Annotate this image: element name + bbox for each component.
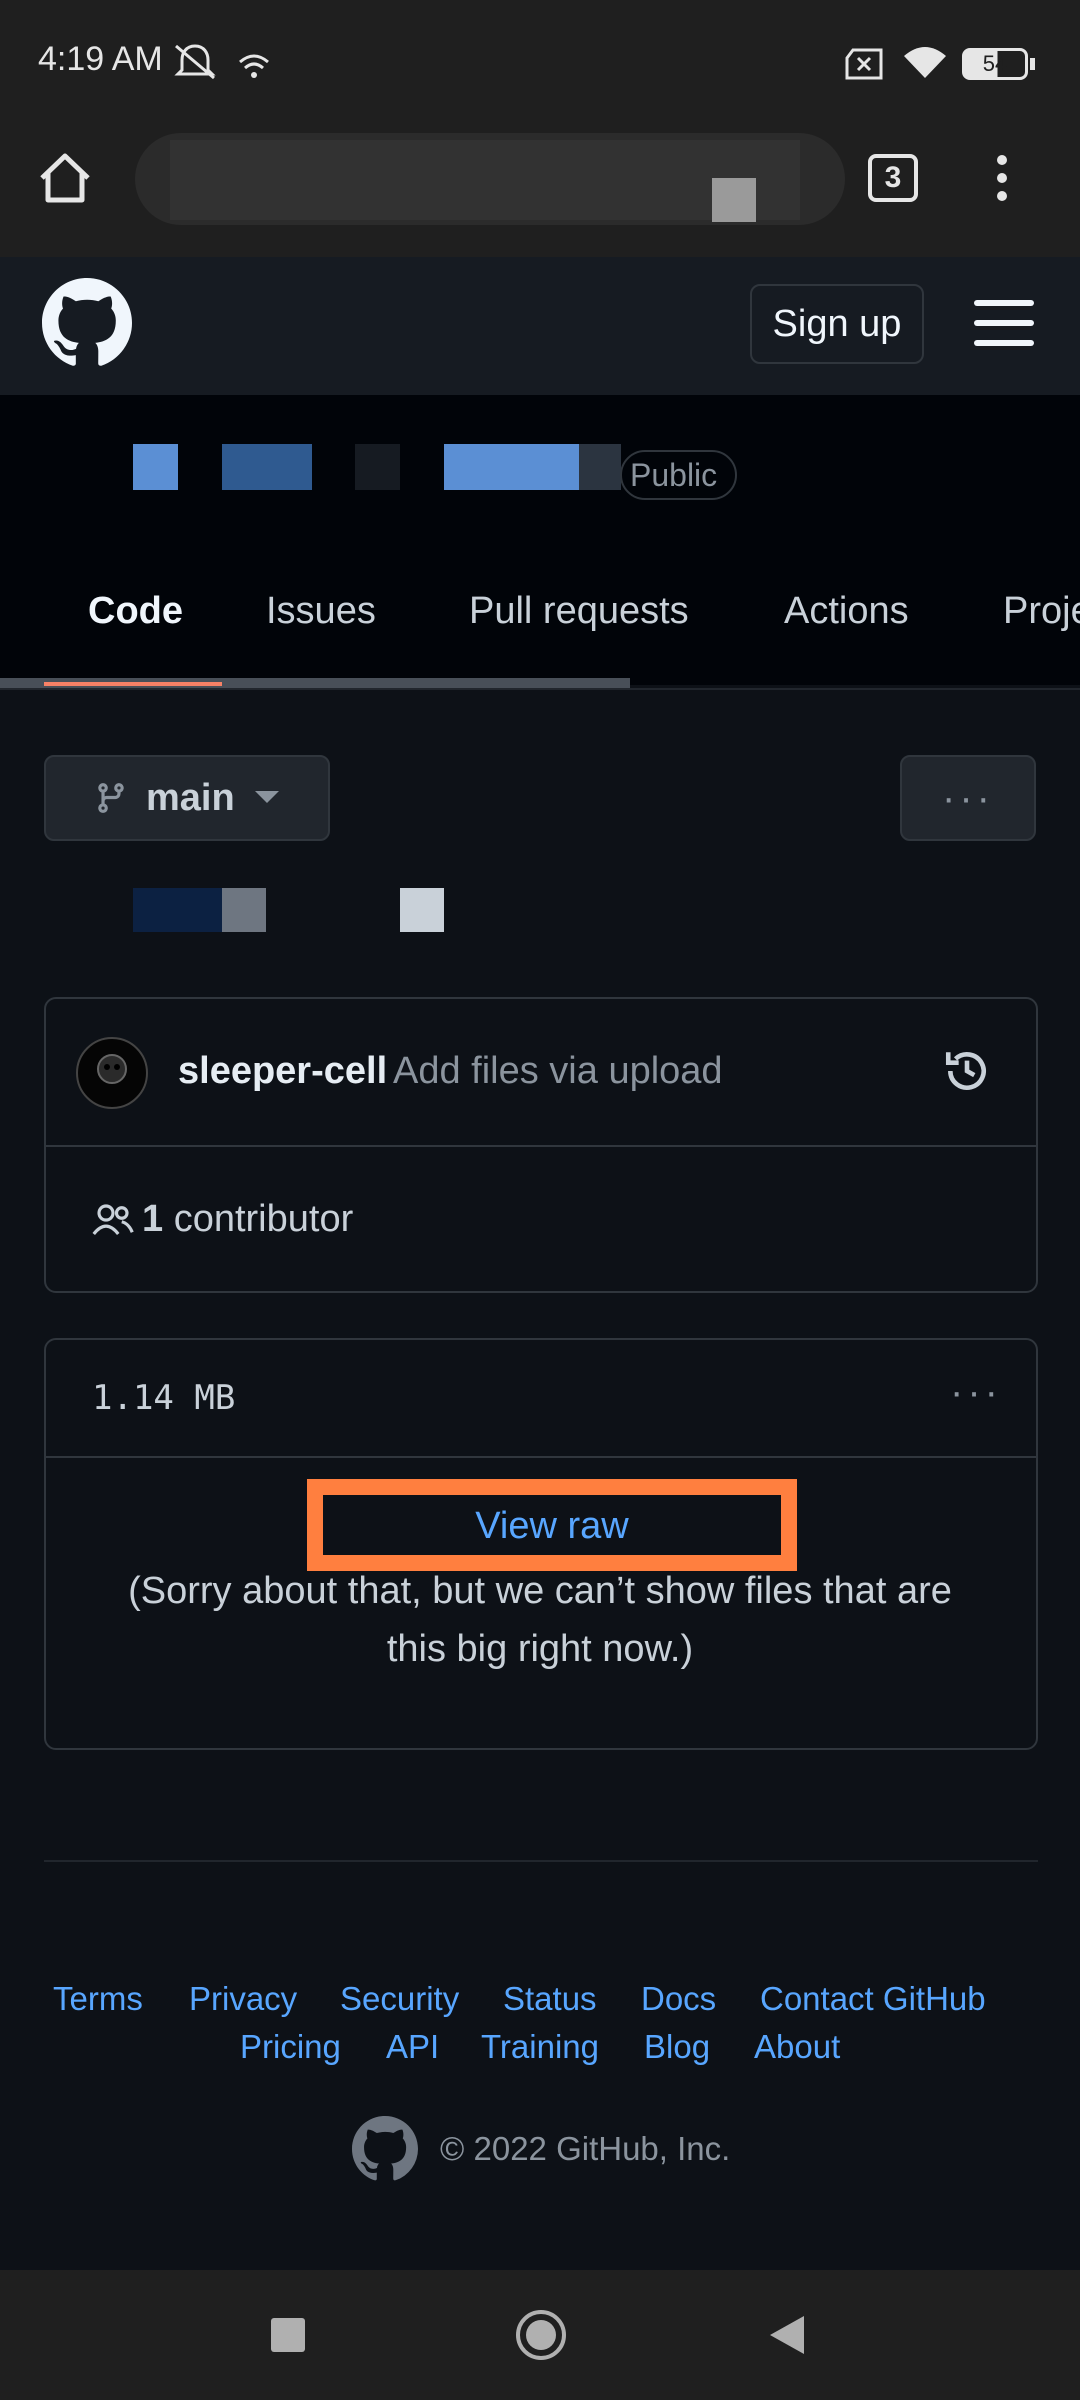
home-button-icon[interactable] bbox=[514, 2308, 568, 2362]
people-icon bbox=[92, 1204, 134, 1236]
redacted-path-2 bbox=[222, 888, 266, 932]
more-options-button[interactable]: ··· bbox=[900, 755, 1036, 841]
footer-link-status[interactable]: Status bbox=[503, 1980, 597, 2018]
redacted-path bbox=[133, 888, 223, 932]
contributors-count: 1 bbox=[142, 1198, 164, 1240]
redacted-url bbox=[170, 140, 800, 220]
battery-indicator: 54 bbox=[962, 48, 1028, 80]
file-too-large-message: (Sorry about that, but we can’t show fil… bbox=[128, 1570, 952, 1670]
home-icon[interactable] bbox=[36, 150, 94, 206]
status-time: 4:19 AM bbox=[38, 40, 163, 78]
file-size: 1.14 MB bbox=[92, 1378, 236, 1418]
branch-name: main bbox=[146, 776, 235, 819]
redacted-repo-name-2 bbox=[579, 444, 621, 490]
branch-select-button[interactable]: main bbox=[44, 755, 330, 841]
battery-level: 54 bbox=[982, 51, 1008, 76]
tab-projects[interactable]: Proje bbox=[1003, 590, 1080, 633]
footer-link-docs[interactable]: Docs bbox=[641, 1980, 716, 2018]
redacted-repo-owner bbox=[133, 444, 178, 490]
tab-switcher-button[interactable]: 3 bbox=[868, 154, 918, 202]
footer-link-contact-github[interactable]: Contact GitHub bbox=[760, 1980, 986, 2018]
contributors-link[interactable]: 1 contributor bbox=[142, 1198, 353, 1241]
tabs-divider bbox=[0, 688, 1080, 690]
redacted-url-block bbox=[712, 178, 756, 222]
back-button-icon[interactable] bbox=[766, 2314, 806, 2356]
view-raw-link[interactable]: View raw bbox=[307, 1505, 797, 1548]
footer-link-terms[interactable]: Terms bbox=[53, 1980, 143, 2018]
recents-button-icon[interactable] bbox=[271, 2318, 305, 2352]
tab-pull-requests[interactable]: Pull requests bbox=[469, 590, 689, 633]
tab-issues[interactable]: Issues bbox=[266, 590, 376, 633]
caret-down-icon bbox=[254, 791, 279, 803]
tab-code[interactable]: Code bbox=[88, 590, 183, 633]
footer-link-privacy[interactable]: Privacy bbox=[189, 1980, 297, 2018]
public-badge: Public bbox=[620, 450, 738, 500]
active-tab-underline bbox=[44, 682, 222, 686]
battery-tip bbox=[1030, 58, 1035, 70]
avatar-skull-icon bbox=[97, 1054, 127, 1084]
redacted-path-3 bbox=[400, 888, 444, 932]
repo-header bbox=[0, 395, 1080, 685]
browser-menu-icon[interactable] bbox=[992, 152, 1012, 204]
sign-up-button[interactable]: Sign up bbox=[750, 284, 924, 364]
footer-link-blog[interactable]: Blog bbox=[644, 2028, 710, 2066]
github-footer-logo-icon[interactable] bbox=[352, 2116, 418, 2182]
commit-author-link[interactable]: sleeper-cell bbox=[178, 1050, 387, 1093]
footer-link-api[interactable]: API bbox=[386, 2028, 439, 2066]
tab-count: 3 bbox=[884, 161, 902, 194]
copyright-text: © 2022 GitHub, Inc. bbox=[440, 2130, 731, 2167]
notifications-off-icon bbox=[174, 44, 216, 80]
wifi-calling-icon bbox=[239, 54, 269, 78]
file-options-icon[interactable]: ··· bbox=[950, 1370, 1002, 1415]
wifi-icon bbox=[904, 47, 946, 78]
redacted-repo-name bbox=[444, 444, 579, 490]
contributors-label: contributor bbox=[173, 1198, 354, 1240]
history-icon[interactable] bbox=[942, 1046, 992, 1096]
footer-divider bbox=[44, 1860, 1038, 1862]
footer-link-pricing[interactable]: Pricing bbox=[240, 2028, 341, 2066]
commit-message-link[interactable]: Add files via upload bbox=[393, 1050, 723, 1093]
git-branch-icon bbox=[98, 783, 124, 813]
avatar[interactable] bbox=[76, 1037, 148, 1109]
footer-link-training[interactable]: Training bbox=[481, 2028, 599, 2066]
hamburger-menu-icon[interactable] bbox=[974, 298, 1034, 348]
github-logo-icon[interactable] bbox=[42, 278, 132, 368]
footer-link-security[interactable]: Security bbox=[340, 1980, 459, 2018]
tab-actions[interactable]: Actions bbox=[784, 590, 909, 633]
no-sim-icon bbox=[845, 48, 883, 80]
footer-link-about[interactable]: About bbox=[754, 2028, 840, 2066]
redacted-separator bbox=[355, 444, 400, 490]
redacted-repo-owner-2 bbox=[222, 444, 312, 490]
